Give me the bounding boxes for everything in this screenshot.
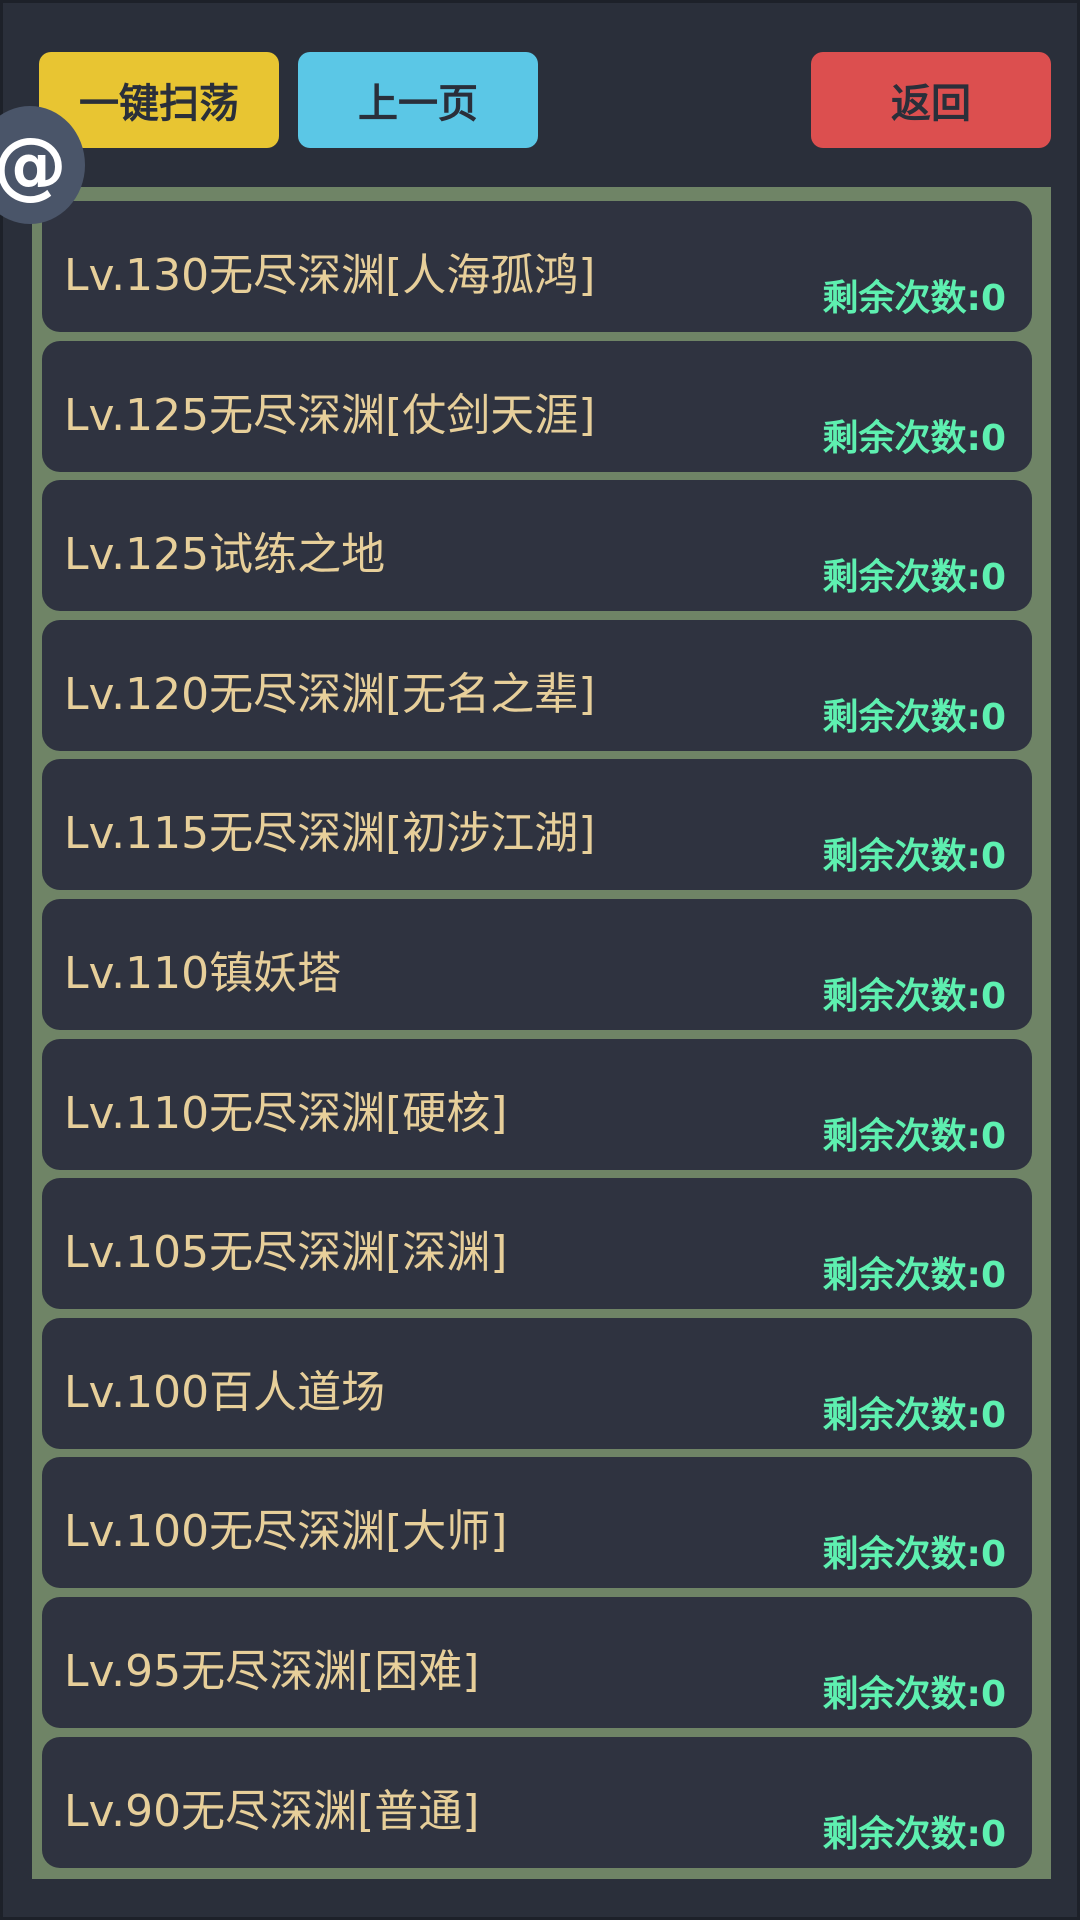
level-list: Lv.130无尽深渊[人海孤鸿] 剩余次数:0 Lv.125无尽深渊[仗剑天涯]… [42, 201, 1032, 1876]
list-item[interactable]: Lv.115无尽深渊[初涉江湖] 剩余次数:0 [42, 759, 1032, 891]
level-name: Lv.125无尽深渊[仗剑天涯] [64, 389, 596, 441]
level-name: Lv.90无尽深渊[普通] [64, 1785, 480, 1837]
list-item[interactable]: Lv.125无尽深渊[仗剑天涯] 剩余次数:0 [42, 340, 1032, 472]
level-name: Lv.120无尽深渊[无名之辈] [64, 668, 596, 720]
list-item[interactable]: Lv.110镇妖塔 剩余次数:0 [42, 898, 1032, 1030]
previous-page-button[interactable]: 上一页 [298, 52, 538, 148]
remaining-count: 剩余次数:0 [822, 557, 1006, 599]
list-item[interactable]: Lv.130无尽深渊[人海孤鸿] 剩余次数:0 [42, 201, 1032, 332]
level-name: Lv.115无尽深渊[初涉江湖] [64, 808, 596, 860]
remaining-count: 剩余次数:0 [822, 975, 1006, 1017]
remaining-count: 剩余次数:0 [822, 278, 1006, 319]
level-name: Lv.100无尽深渊[大师] [64, 1506, 508, 1558]
level-name: Lv.105无尽深渊[深渊] [64, 1227, 508, 1279]
list-item[interactable]: Lv.100无尽深渊[大师] 剩余次数:0 [42, 1457, 1032, 1589]
list-item[interactable]: Lv.120无尽深渊[无名之辈] 剩余次数:0 [42, 619, 1032, 751]
level-name: Lv.100百人道场 [64, 1366, 386, 1418]
list-item[interactable]: Lv.125试练之地 剩余次数:0 [42, 480, 1032, 612]
list-item[interactable]: Lv.90无尽深渊[普通] 剩余次数:0 [42, 1736, 1032, 1868]
level-name: Lv.110无尽深渊[硬核] [64, 1087, 508, 1139]
level-list-panel: Lv.130无尽深渊[人海孤鸿] 剩余次数:0 Lv.125无尽深渊[仗剑天涯]… [32, 187, 1051, 1879]
screen: 一键扫荡 上一页 返回 Lv.130无尽深渊[人海孤鸿] 剩余次数:0 Lv.1… [0, 0, 1080, 1920]
remaining-count: 剩余次数:0 [822, 836, 1006, 878]
remaining-count: 剩余次数:0 [822, 696, 1006, 738]
remaining-count: 剩余次数:0 [822, 1534, 1006, 1576]
list-item[interactable]: Lv.95无尽深渊[困难] 剩余次数:0 [42, 1596, 1032, 1728]
back-button[interactable]: 返回 [811, 52, 1051, 148]
level-name: Lv.130无尽深渊[人海孤鸿] [64, 250, 596, 301]
list-item[interactable]: Lv.105无尽深渊[深渊] 剩余次数:0 [42, 1178, 1032, 1310]
remaining-count: 剩余次数:0 [822, 1673, 1006, 1715]
level-name: Lv.110镇妖塔 [64, 947, 342, 999]
remaining-count: 剩余次数:0 [822, 1255, 1006, 1297]
remaining-count: 剩余次数:0 [822, 1394, 1006, 1436]
remaining-count: 剩余次数:0 [822, 1115, 1006, 1157]
remaining-count: 剩余次数:0 [822, 1813, 1006, 1855]
remaining-count: 剩余次数:0 [822, 417, 1006, 459]
list-item[interactable]: Lv.110无尽深渊[硬核] 剩余次数:0 [42, 1038, 1032, 1170]
level-name: Lv.95无尽深渊[困难] [64, 1645, 480, 1697]
level-name: Lv.125试练之地 [64, 529, 386, 581]
list-item[interactable]: Lv.100百人道场 剩余次数:0 [42, 1317, 1032, 1449]
